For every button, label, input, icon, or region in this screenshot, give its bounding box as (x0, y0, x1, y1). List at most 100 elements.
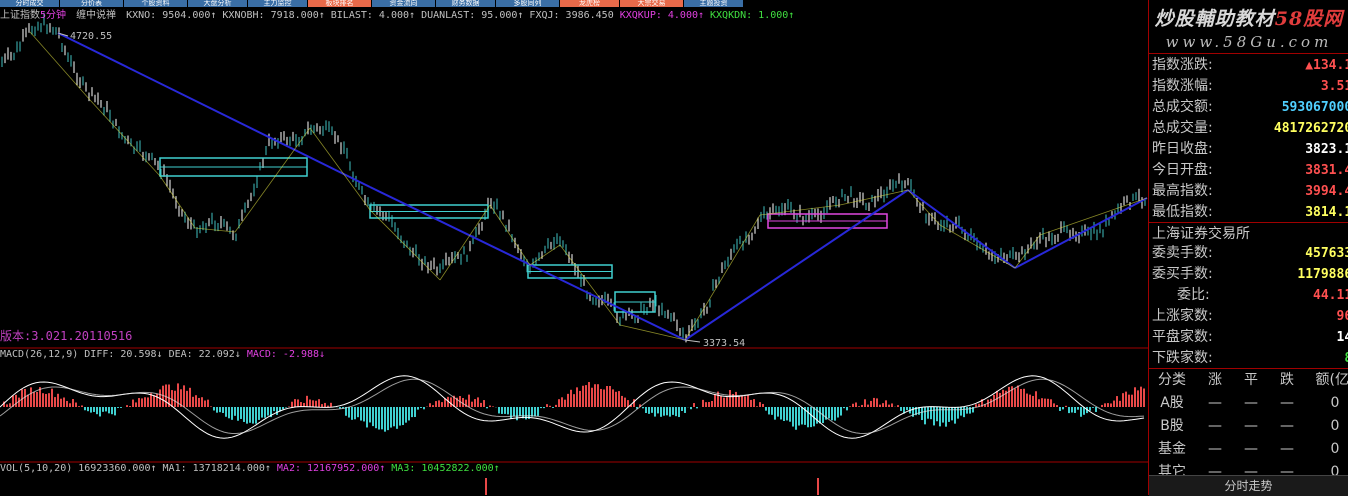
table-header: 分类 涨 平 跌 额(亿) (1149, 369, 1348, 392)
table-cell: B股 (1160, 418, 1184, 434)
stat-value: 3994.48 (1305, 184, 1348, 199)
bi-line (684, 189, 909, 341)
stat-row: 委比: 44.11% (1149, 285, 1348, 306)
fractal-line (619, 324, 686, 341)
stat-label: 平盘家数: (1152, 329, 1213, 345)
version-text: 版本:3.021.20110516 (0, 329, 133, 343)
stat-value: 3814.15 (1305, 205, 1348, 220)
divider (1149, 53, 1348, 54)
table-cell: — (1244, 418, 1258, 434)
stat-row: 总成交额: 5930670000 (1149, 97, 1348, 118)
fractal-line (1014, 234, 1041, 269)
table-cell: — (1280, 395, 1294, 411)
bi-line (369, 186, 686, 341)
fractal-line (159, 175, 196, 229)
stat-row: 指数涨跌: ▲134.17 (1149, 55, 1348, 76)
bi-line (57, 32, 371, 188)
fractal-line (369, 209, 441, 281)
indicator-value: KXNO: 9504.000↑ (126, 10, 217, 21)
stat-value: 3.51% (1320, 79, 1348, 94)
bi-line (907, 189, 1016, 269)
indicator-value: MA1: 13718214.000↑ (162, 463, 271, 474)
stat-value: 3831.42 (1305, 163, 1348, 178)
stat-label: 委买手数: (1152, 266, 1213, 282)
indicator-value: DUANLAST: 95.000↑ (421, 10, 524, 21)
fractal-line (939, 224, 1016, 269)
stat-label: 指数涨跌: (1152, 57, 1213, 73)
watermark-accent: 58股网 (1274, 8, 1344, 30)
table-cell: — (1244, 395, 1258, 411)
stat-row: 今日开盘: 3831.42 (1149, 160, 1348, 181)
stat-label: 最高指数: (1152, 183, 1213, 199)
stat-row: 最高指数: 3994.48 (1149, 181, 1348, 202)
table-header-cell: 涨 (1208, 372, 1222, 388)
stat-value: 44.11% (1313, 288, 1348, 303)
table-header-cell: 跌 (1280, 372, 1294, 388)
stat-label: 委比: (1177, 287, 1210, 303)
chart-info-bar: 上证指数5分钟 缠中说禅 KXNO: 9504.000↑ KXNOBH: 7918… (0, 9, 804, 23)
fractal-line (907, 189, 941, 226)
stat-row: 委买手数: 11798865 (1149, 264, 1348, 285)
table-cell: — (1208, 418, 1222, 434)
fractal-line (684, 214, 761, 341)
table-cell: — (1208, 395, 1222, 411)
table-cell: 0 (1330, 441, 1340, 457)
macd-info-bar: MACD(26,12,9) DIFF: 20.598↓ DEA: 22.092↓ MA… (0, 349, 331, 361)
table-row: B股 — — — 0 (1149, 415, 1348, 438)
bi-line (1014, 197, 1148, 269)
indicator-value: DEA: 22.092↓ (168, 349, 241, 360)
table-row: A股 — — — 0 (1149, 392, 1348, 415)
watermark-title: 炒股輔助教材 (1154, 8, 1275, 30)
low-marker (684, 339, 701, 343)
stat-value: 3823.18 (1305, 142, 1348, 157)
watermark-url: www.58Gu.com (1165, 33, 1333, 51)
quote-side-panel: 炒股輔助教材58股网 www.58Gu.com 指数涨跌: ▲134.17 指数涨幅… (1148, 0, 1348, 496)
table-header-cell: 平 (1244, 372, 1258, 388)
category-table: 分类涨平跌额(亿)A股———0B股———0基金———0其它———0 (1149, 369, 1348, 484)
kline-chart[interactable] (0, 0, 1148, 495)
stat-label: 指数涨幅: (1152, 78, 1213, 94)
stat-row: 最低指数: 3814.15 (1149, 202, 1348, 223)
stat-label: 今日开盘: (1152, 162, 1213, 178)
stat-row: 昨日收盘: 3823.18 (1149, 139, 1348, 160)
fractal-line (309, 127, 371, 211)
stat-value: 5930670000 (1281, 100, 1348, 115)
table-cell: A股 (1160, 395, 1184, 411)
high-price-label: 4720.55 (70, 31, 113, 42)
formula-label: 缠中说禅 (76, 10, 117, 21)
period-label[interactable]: 5分钟 (40, 10, 66, 21)
stat-value: 87 (1344, 348, 1348, 369)
stat-value: 4576332 (1305, 246, 1348, 261)
table-cell: 0 (1330, 418, 1340, 434)
table-cell: — (1280, 441, 1294, 457)
intraday-chart-button[interactable]: 分时走势 (1149, 475, 1348, 496)
watermark-logo: 炒股輔助教材58股网 www.58Gu.com (1149, 4, 1348, 51)
table-row: 基金 — — — 0 (1149, 438, 1348, 461)
low-price-label: 3373.54 (703, 338, 746, 349)
indicator-value: 16923360.000↑ (78, 463, 157, 474)
stat-label: 昨日收盘: (1152, 141, 1213, 157)
indicator-values: KXNO: 9504.000↑ KXNOBH: 7918.000↑ BILAST: … (126, 10, 800, 21)
stat-label: 总成交额: (1152, 99, 1213, 115)
indicator-value: KXQKUP: 4.000↑ (619, 10, 705, 21)
table-cell: — (1244, 441, 1258, 457)
table-header-cell: 分类 (1158, 372, 1186, 388)
indicator-value: BILAST: 4.000↑ (330, 10, 416, 21)
indicator-value: MA2: 12167952.000↑ (276, 463, 386, 474)
indicator-value: KXNOBH: 7918.000↑ (222, 10, 325, 21)
fractal-line (29, 31, 91, 101)
stat-label: 上涨家数: (1152, 308, 1213, 324)
stat-value: ▲134.17 (1305, 58, 1348, 73)
fractal-line (89, 99, 161, 177)
indicator-value: VOL(5,10,20) (0, 463, 73, 474)
stat-row: 下跌家数: 87 (1149, 348, 1348, 369)
stat-value: 11798865 (1297, 267, 1348, 282)
stat-label: 下跌家数: (1152, 350, 1213, 366)
stat-row: 上涨家数: 963 (1149, 306, 1348, 327)
indicator-value: MA3: 10452822.000↑ (391, 463, 500, 474)
table-cell: 0 (1330, 395, 1340, 411)
stat-value: 963 (1336, 309, 1348, 324)
indicator-value: FXQJ: 3986.450 (529, 10, 614, 21)
stat-row: 平盘家数: 143 (1149, 327, 1348, 348)
stat-row: 总成交量: 48172627200 (1149, 118, 1348, 139)
